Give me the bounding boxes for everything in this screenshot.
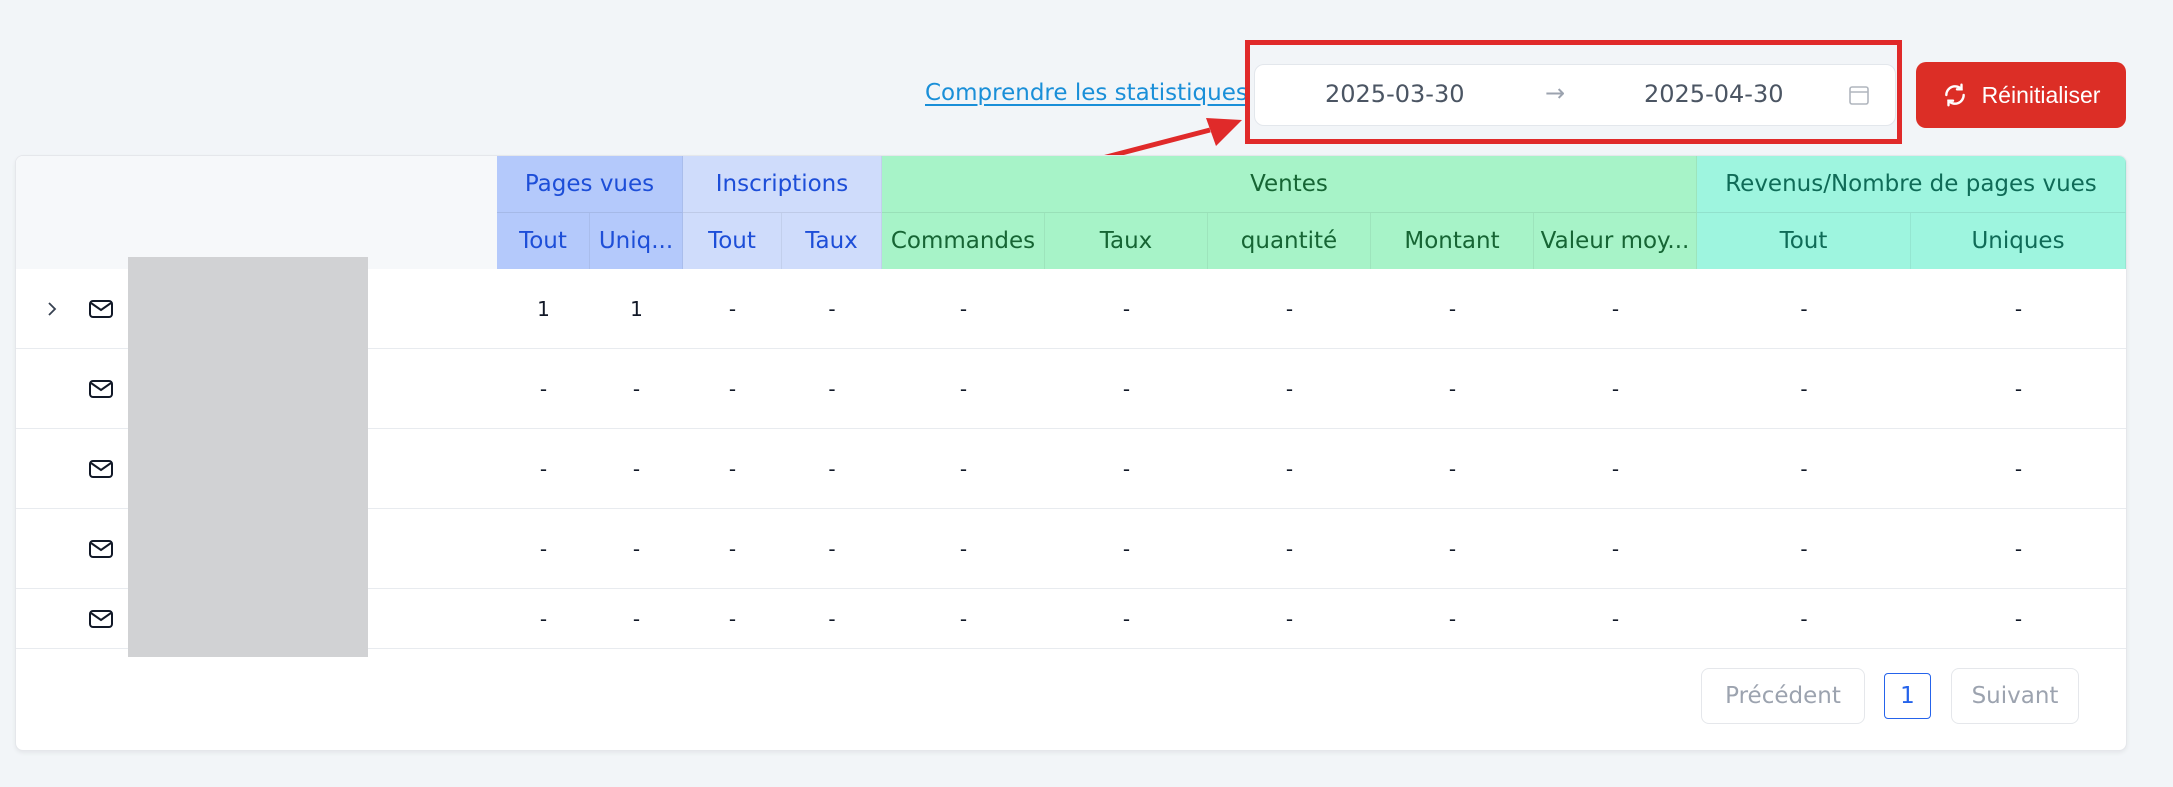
date-start[interactable]: 2025-03-30 [1325, 80, 1464, 108]
column-header[interactable]: Taux [782, 213, 882, 269]
table-cell: - [1611, 536, 1620, 561]
table-cell: - [1448, 296, 1457, 321]
column-header[interactable]: Tout [497, 213, 590, 269]
chevron-right-icon[interactable] [42, 299, 62, 319]
table-cell: - [1800, 456, 1808, 481]
date-range-picker[interactable]: 2025-03-30 → 2025-04-30 [1254, 64, 1896, 126]
reset-button[interactable]: Réinitialiser [1916, 62, 2126, 128]
mail-icon [89, 610, 113, 628]
table-cell: - [828, 456, 836, 481]
table-cell: - [1285, 456, 1294, 481]
table-cell: - [1611, 376, 1620, 401]
table-cell: - [828, 376, 836, 401]
refresh-icon [1944, 83, 1965, 107]
table-cell: - [828, 296, 836, 321]
calendar-icon[interactable] [1847, 83, 1871, 107]
column-header[interactable]: Montant [1371, 213, 1534, 269]
table-cell: - [1285, 606, 1294, 631]
table-cell: - [2014, 456, 2023, 481]
column-header[interactable]: Valeur moy... [1534, 213, 1697, 269]
table-cell: - [1800, 606, 1808, 631]
table-cell: - [728, 606, 737, 631]
table-cell: - [1611, 606, 1620, 631]
table-cell: - [1122, 606, 1131, 631]
column-group-header: Ventes [882, 156, 1697, 213]
table-cell: - [1800, 376, 1808, 401]
table-cell: - [1611, 456, 1620, 481]
table-cell: - [959, 606, 968, 631]
redacted-names [128, 257, 368, 657]
table-cell: - [728, 456, 737, 481]
reset-button-label: Réinitialiser [1981, 81, 2101, 108]
table-cell: - [2014, 606, 2023, 631]
table-cell: - [959, 296, 968, 321]
page-number-button[interactable]: 1 [1884, 673, 1931, 719]
table-cell: - [539, 606, 548, 631]
table-cell: - [1800, 536, 1808, 561]
table-cell: - [1448, 606, 1457, 631]
table-cell: - [632, 536, 641, 561]
arrow-right-icon: → [1545, 79, 1566, 107]
date-end[interactable]: 2025-04-30 [1644, 80, 1783, 108]
previous-page-button[interactable]: Précédent [1701, 668, 1865, 724]
header-blank [16, 156, 497, 269]
mail-icon [89, 540, 113, 558]
table-cell: - [1285, 376, 1294, 401]
table-cell: - [1448, 536, 1457, 561]
table-cell: - [828, 606, 836, 631]
table-cell: - [1122, 296, 1131, 321]
table-cell: - [2014, 536, 2023, 561]
column-group-header: Revenus/Nombre de pages vues [1697, 156, 2126, 213]
column-group-header: Inscriptions [683, 156, 882, 213]
table-cell: - [539, 456, 548, 481]
column-group-header: Pages vues [497, 156, 683, 213]
table-cell: - [1611, 296, 1620, 321]
column-header[interactable]: Uniq... [590, 213, 683, 269]
column-header[interactable]: Tout [1697, 213, 1911, 269]
table-cell: - [1800, 296, 1808, 321]
table-cell: 1 [630, 296, 643, 321]
table-cell: - [632, 376, 641, 401]
table-cell: - [959, 376, 968, 401]
table-cell: - [828, 536, 836, 561]
column-header[interactable]: Uniques [1911, 213, 2126, 269]
next-page-button[interactable]: Suivant [1951, 668, 2079, 724]
mail-icon [89, 300, 113, 318]
table-cell: - [728, 376, 737, 401]
table-cell: - [1122, 376, 1131, 401]
table-cell: - [728, 536, 737, 561]
help-statistics-link[interactable]: Comprendre les statistiques [925, 80, 1248, 106]
column-header[interactable]: Taux [1045, 213, 1208, 269]
column-header[interactable]: quantité [1208, 213, 1371, 269]
column-header[interactable]: Tout [683, 213, 782, 269]
table-cell: - [2014, 296, 2023, 321]
table-cell: - [959, 536, 968, 561]
table-cell: - [2014, 376, 2023, 401]
column-header[interactable]: Commandes [882, 213, 1045, 269]
mail-icon [89, 460, 113, 478]
table-cell: - [959, 456, 968, 481]
table-cell: - [1448, 456, 1457, 481]
table-cell: - [1285, 296, 1294, 321]
table-cell: - [632, 606, 641, 631]
table-cell: - [539, 376, 548, 401]
table-cell: - [1122, 456, 1131, 481]
table-cell: - [1285, 536, 1294, 561]
statistics-table: Pages vues Tout Uniq... Inscriptions Tout Tau… [15, 155, 2127, 751]
table-cell: - [1122, 536, 1131, 561]
table-cell: 1 [537, 296, 550, 321]
mail-icon [89, 380, 113, 398]
table-cell: - [728, 296, 737, 321]
table-cell: - [632, 456, 641, 481]
table-cell: - [1448, 376, 1457, 401]
table-cell: - [539, 536, 548, 561]
